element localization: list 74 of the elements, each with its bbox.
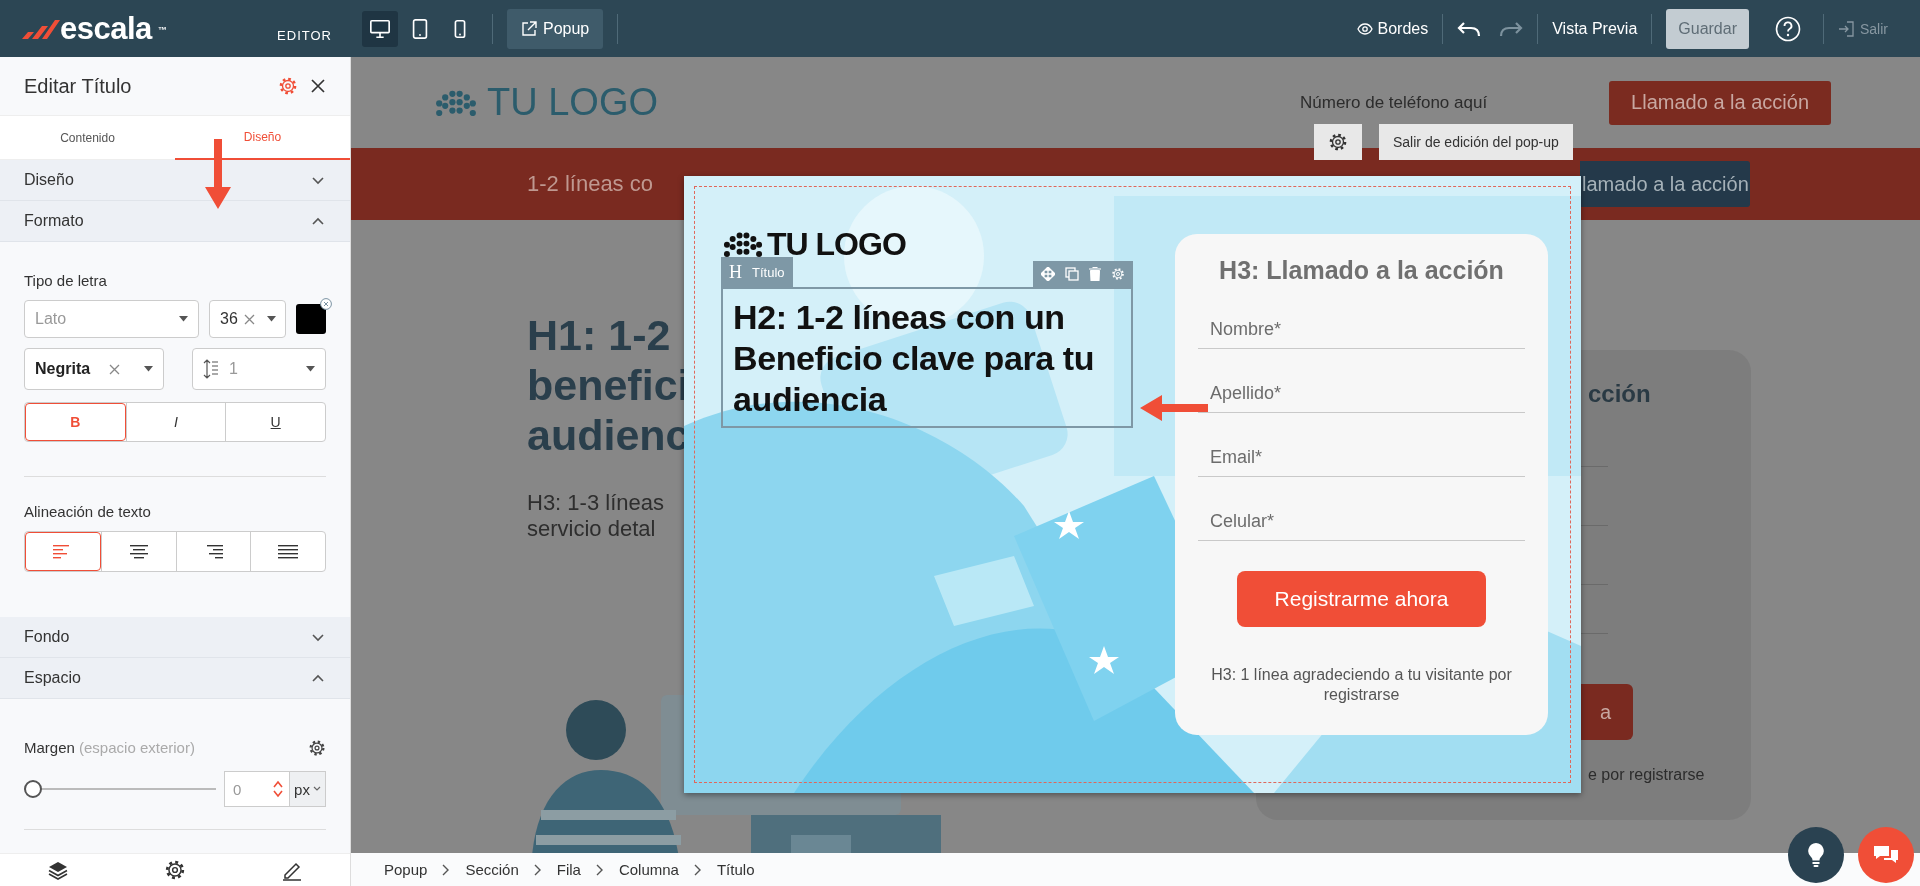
chat-icon	[1872, 844, 1900, 866]
logo-dots-icon	[433, 88, 479, 117]
color-swatch[interactable]	[296, 304, 326, 334]
exit-popup-edit-button[interactable]: Salir de edición del pop-up	[1379, 124, 1573, 160]
borders-button[interactable]: Bordes	[1356, 19, 1429, 38]
layers-icon[interactable]	[47, 860, 70, 880]
align-left-button[interactable]	[25, 532, 101, 571]
field-label: Alineación de texto	[24, 503, 152, 521]
cta-button[interactable]: Llamado a la acción	[1609, 80, 1831, 125]
submit-button[interactable]: a	[1578, 684, 1633, 740]
breadcrumb-item[interactable]: Título	[716, 861, 755, 878]
exit-icon	[1838, 20, 1854, 37]
caret-icon	[306, 366, 315, 372]
line-height-icon	[202, 358, 219, 380]
popup-settings-button[interactable]	[1314, 124, 1362, 160]
breadcrumb-item[interactable]: Popup	[384, 861, 428, 878]
arrow	[205, 139, 231, 209]
margin-label: Margen (espacio exterior)	[24, 739, 195, 757]
hero-title-line: audienc	[527, 410, 690, 460]
chevron-right-icon	[594, 862, 605, 877]
hero-subtitle-line: H3: 1-3 líneas	[527, 490, 664, 516]
weight-select[interactable]: Negrita	[24, 348, 164, 390]
panel-title: Editar Título	[24, 74, 133, 98]
caret-icon	[266, 316, 276, 322]
clear-icon[interactable]	[108, 363, 120, 375]
breadcrumb-item[interactable]: Fila	[556, 861, 581, 878]
clear-color-icon[interactable]	[320, 298, 332, 310]
trademark: ™	[157, 24, 167, 35]
caret-icon	[179, 316, 188, 322]
close-icon[interactable]	[310, 78, 326, 94]
section-header[interactable]: Fondo	[0, 617, 350, 658]
undo-icon[interactable]	[1457, 19, 1482, 38]
clear-icon[interactable]	[243, 313, 255, 325]
hero-title-line: H1: 1-2	[527, 310, 671, 360]
size-select[interactable]: 36	[209, 300, 286, 338]
hero-subtitle-line: servicio detal	[527, 516, 656, 542]
form-note: e por registrarse	[1588, 766, 1706, 784]
text-style-button[interactable]: B	[25, 403, 126, 441]
cta-button[interactable]: lamado a la acción	[1580, 161, 1750, 207]
editor-label: EDITOR	[277, 28, 332, 43]
breadcrumb-item[interactable]: Sección	[465, 861, 519, 878]
logo-text: TU LOGO	[487, 81, 659, 124]
settings-icon[interactable]	[308, 739, 326, 757]
unit-select[interactable]: px	[290, 771, 326, 807]
help-icon[interactable]	[1775, 15, 1801, 42]
preview-button[interactable]: Vista Previa	[1552, 19, 1638, 38]
lightbulb-icon	[1807, 842, 1825, 868]
external-link-icon	[521, 20, 537, 37]
chevron-right-icon	[692, 862, 703, 877]
text-style-button[interactable]: I	[125, 403, 226, 441]
text-style-button[interactable]: U	[225, 403, 325, 441]
chevron-icon	[312, 786, 321, 792]
caret-icon	[143, 366, 153, 372]
section-header[interactable]: Formato	[0, 201, 350, 242]
banner-text: 1-2 líneas co	[527, 171, 653, 197]
desktop-icon	[369, 17, 391, 40]
phone-text: Número de teléfono aquí	[1300, 92, 1488, 113]
eye-icon	[1356, 22, 1373, 35]
section-header[interactable]: Espacio	[0, 658, 350, 699]
section-header[interactable]: Diseño	[0, 160, 350, 201]
hero-title-line: benefici	[527, 360, 690, 410]
brand-name: escala	[60, 10, 152, 47]
field-label: Tipo de letra	[24, 272, 108, 290]
chevron-right-icon	[532, 862, 543, 877]
align-center-icon	[128, 542, 149, 561]
settings-icon[interactable]	[164, 859, 186, 881]
slider-thumb[interactable]	[24, 780, 42, 798]
form-heading: cción	[1588, 380, 1652, 408]
spinner-icon[interactable]	[273, 779, 283, 799]
desktop-view-button[interactable]	[362, 10, 398, 47]
settings-icon	[1328, 132, 1348, 152]
align-justify-icon	[278, 542, 299, 561]
breadcrumb-item[interactable]: Columna	[618, 861, 679, 878]
popup-button[interactable]: Popup	[507, 8, 604, 49]
